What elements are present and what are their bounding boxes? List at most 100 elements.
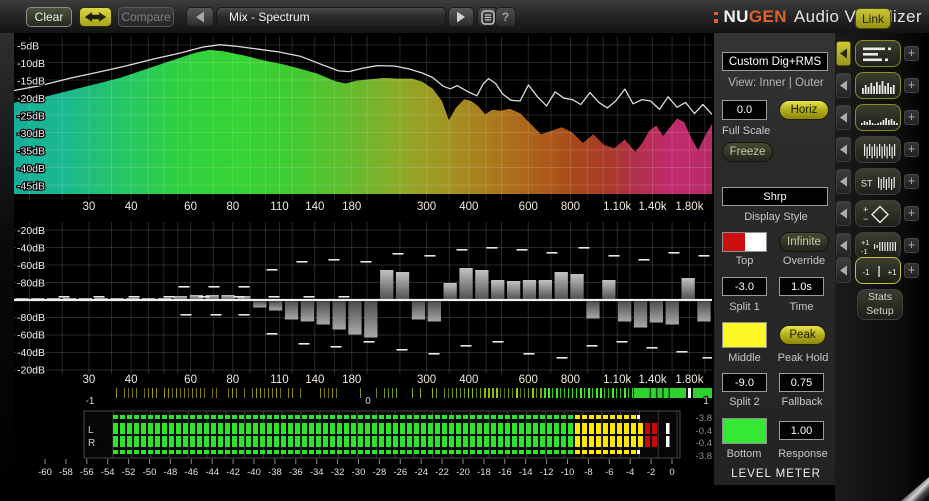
svg-text:+1: +1 — [861, 238, 870, 247]
slot-select-arrow[interactable] — [836, 105, 851, 130]
next-preset-button[interactable] — [448, 7, 474, 27]
slot-select-arrow[interactable] — [836, 137, 851, 162]
add-display-button[interactable]: + — [904, 78, 919, 93]
svg-text:-34: -34 — [310, 467, 324, 478]
previous-preset-button[interactable] — [186, 7, 214, 27]
svg-text:800: 800 — [561, 374, 580, 386]
svg-text:-14: -14 — [519, 467, 533, 478]
peak-hold-button[interactable]: Peak — [779, 325, 826, 345]
double-arrow-icon — [84, 12, 107, 22]
brand-nu: NU — [723, 7, 749, 26]
display-style-select[interactable]: Shrp — [722, 187, 828, 206]
clear-button[interactable]: Clear — [26, 7, 72, 27]
preset-name-field[interactable]: Mix - Spectrum — [216, 7, 446, 27]
svg-text:-56: -56 — [80, 467, 94, 478]
slot-select-arrow[interactable] — [836, 233, 851, 258]
slot-select-arrow[interactable] — [836, 73, 851, 98]
swap-arrows-button[interactable] — [79, 7, 112, 27]
toolbar: Clear Compare Mix - Spectrum ? NU GEN Au… — [0, 0, 929, 34]
stats-setup-line2: Setup — [866, 304, 894, 317]
svg-text:-30: -30 — [352, 467, 366, 478]
middle-color-swatch[interactable] — [722, 322, 767, 348]
svg-text:-46: -46 — [184, 467, 198, 478]
svg-text:80: 80 — [226, 201, 239, 213]
slot-select-arrow[interactable] — [836, 169, 851, 194]
split2-value[interactable]: -9.0 — [722, 373, 767, 392]
add-display-button[interactable]: + — [904, 206, 919, 221]
override-label: Override — [782, 255, 826, 267]
stereo-spectrum-preset-button[interactable]: ST — [855, 168, 901, 195]
svg-text:-22: -22 — [435, 467, 449, 478]
full-scale-value[interactable]: 0.0 — [722, 100, 767, 120]
svg-text:-40: -40 — [247, 467, 261, 478]
horiz-button[interactable]: Horiz — [779, 100, 829, 120]
stats-setup-line1: Stats — [868, 291, 892, 304]
middle-label: Middle — [728, 352, 761, 364]
add-display-button[interactable]: + — [904, 110, 919, 125]
svg-text:-60dB: -60dB — [17, 330, 45, 342]
display-style-label: Display Style — [744, 211, 808, 223]
svg-text:60: 60 — [184, 201, 197, 213]
correlation-spectrum-preset-button[interactable]: +1 -1 — [855, 232, 901, 259]
svg-text:300: 300 — [417, 201, 436, 213]
svg-text:40: 40 — [125, 374, 138, 386]
svg-text:+1: +1 — [887, 268, 897, 277]
svg-text:30: 30 — [83, 201, 96, 213]
top-color-b — [744, 233, 766, 251]
svg-text:-3.8: -3.8 — [696, 451, 712, 462]
mode-select[interactable]: Custom Dig+RMS — [722, 52, 828, 71]
spectrum-display: -5dB -10dB -15dB -20dB -25dB -30dB -35dB -40dB -… — [14, 36, 712, 214]
response-value[interactable]: 1.00 — [779, 421, 824, 440]
infinite-button[interactable]: Infinite — [779, 232, 829, 252]
time-value[interactable]: 1.0s — [779, 277, 824, 296]
compare-button[interactable]: Compare — [118, 7, 174, 27]
link-button[interactable]: Link — [855, 8, 891, 29]
svg-text:-4: -4 — [626, 467, 634, 478]
top-color-swatch[interactable] — [722, 232, 767, 252]
add-display-button[interactable]: + — [904, 263, 919, 278]
slot-select-arrow[interactable] — [836, 41, 851, 66]
svg-text:-20dB: -20dB — [17, 365, 45, 377]
bottom-label: Bottom — [726, 448, 762, 460]
meter-bars-icon — [863, 47, 891, 62]
response-label: Response — [778, 448, 828, 460]
levelmeter-preset-button[interactable] — [855, 40, 901, 67]
fallback-value[interactable]: 0.75 — [779, 373, 824, 392]
add-display-button[interactable]: + — [904, 238, 919, 253]
help-button[interactable]: ? — [495, 7, 516, 27]
svg-text:L: L — [88, 425, 94, 436]
spectrum-curve-preset-button[interactable] — [855, 104, 901, 131]
svg-text:800: 800 — [561, 201, 580, 213]
time-label: Time — [789, 301, 814, 313]
svg-text:600: 600 — [519, 374, 538, 386]
slot-select-arrow[interactable] — [836, 201, 851, 226]
add-display-button[interactable]: + — [904, 142, 919, 157]
preset-slot-correlation-meter: -1 +1 + — [836, 257, 928, 284]
svg-text:-58: -58 — [59, 467, 73, 478]
svg-text:-54: -54 — [101, 467, 115, 478]
stats-setup-button[interactable]: Stats Setup — [857, 289, 903, 320]
split1-label: Split 1 — [729, 301, 760, 313]
left-arrow-icon — [196, 11, 204, 23]
svg-text:60: 60 — [184, 374, 197, 386]
add-display-button[interactable]: + — [904, 174, 919, 189]
svg-text:-52: -52 — [122, 467, 136, 478]
bottom-color-swatch[interactable] — [722, 418, 767, 444]
svg-text:-38: -38 — [268, 467, 282, 478]
add-display-button[interactable]: + — [904, 46, 919, 61]
freeze-button[interactable]: Freeze — [722, 142, 773, 162]
svg-text:-10dB: -10dB — [17, 58, 45, 70]
correlation-meter-preset-button[interactable]: -1 +1 — [855, 257, 901, 284]
svg-text:-20: -20 — [456, 467, 470, 478]
minus-one-plus-one-icon: -1 +1 — [862, 266, 897, 277]
svg-text:-1: -1 — [86, 396, 95, 407]
spectrogram-preset-button[interactable] — [855, 136, 901, 163]
svg-text:0: 0 — [365, 396, 371, 407]
spectrum-bars-preset-button[interactable] — [855, 72, 901, 99]
split1-value[interactable]: -3.0 — [722, 277, 767, 296]
preset-slot-correlation-spectrum: +1 -1 + — [836, 232, 928, 259]
vectorscope-preset-button[interactable]: + − — [855, 200, 901, 227]
svg-text:-28: -28 — [373, 467, 387, 478]
slot-select-arrow[interactable] — [836, 258, 851, 283]
svg-text:-20dB: -20dB — [17, 225, 45, 237]
